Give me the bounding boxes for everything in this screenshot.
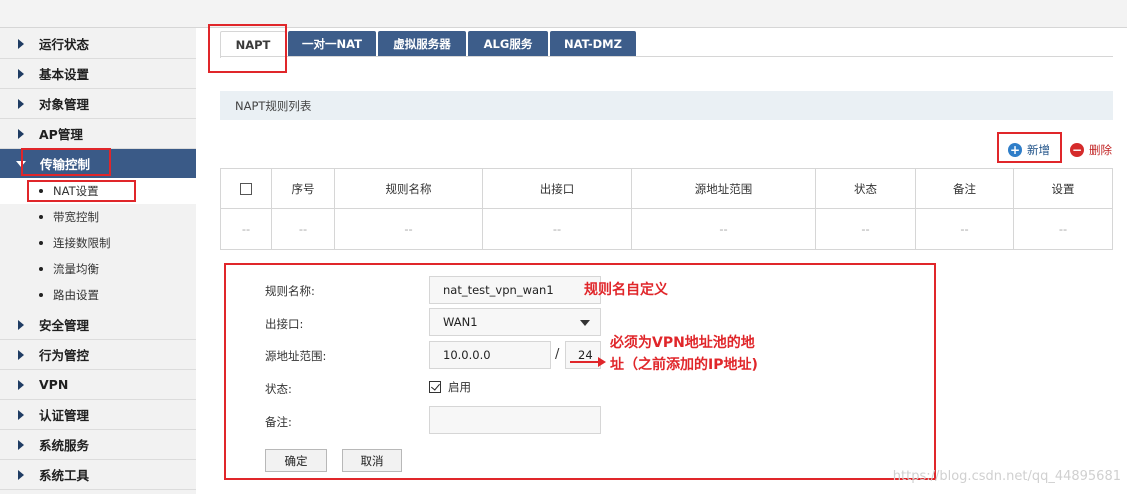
arrow-right-icon <box>598 357 606 367</box>
caret-right-icon <box>18 469 24 480</box>
watermark: https://blog.csdn.net/qq_44895681 <box>892 469 1121 484</box>
caret-right-icon <box>18 128 24 139</box>
bullet-icon <box>39 267 43 271</box>
column-header: 出接口 <box>483 169 632 208</box>
highlight-box-nat-settings <box>27 180 136 202</box>
delete-button[interactable]: − 删除 <box>1070 142 1112 158</box>
column-header: 规则名称 <box>335 169 483 208</box>
tab-virtual-server[interactable]: 虚拟服务器 <box>378 31 466 57</box>
highlight-box-napt-tab <box>208 24 287 73</box>
bullet-icon <box>39 293 43 297</box>
sidebar-subitem-route-settings[interactable]: 路由设置 <box>0 282 196 308</box>
sidebar-subitem-traffic-balance[interactable]: 流量均衡 <box>0 256 196 282</box>
sidebar: 运行状态 基本设置 对象管理 AP管理 传输控制 NAT设置 带宽控制 连接数限… <box>0 28 196 494</box>
table-cell: -- <box>632 209 816 249</box>
highlight-box-transfer-control <box>21 148 111 176</box>
bullet-icon <box>39 241 43 245</box>
highlight-box-form <box>224 263 936 480</box>
caret-right-icon <box>18 349 24 360</box>
tab-alg-service[interactable]: ALG服务 <box>468 31 548 57</box>
column-header: 备注 <box>916 169 1014 208</box>
table-cell: -- <box>335 209 483 249</box>
select-all-cell <box>221 169 272 208</box>
caret-right-icon <box>18 409 24 420</box>
table-cell: -- <box>816 209 916 249</box>
sidebar-subitem-connection-limit[interactable]: 连接数限制 <box>0 230 196 256</box>
sidebar-item-vpn[interactable]: VPN <box>0 370 196 400</box>
sidebar-item-auth-management[interactable]: 认证管理 <box>0 400 196 430</box>
annotation-arrow-line <box>570 361 600 363</box>
column-header: 序号 <box>272 169 335 208</box>
caret-right-icon <box>18 98 24 109</box>
sidebar-item-system-tools[interactable]: 系统工具 <box>0 460 196 490</box>
table-cell: -- <box>221 209 272 249</box>
annotation-rule-name: 规则名自定义 <box>584 282 668 298</box>
highlight-box-add-button <box>997 132 1062 163</box>
table-cell: -- <box>916 209 1014 249</box>
sidebar-item-security-management[interactable]: 安全管理 <box>0 310 196 340</box>
sidebar-item-run-status[interactable]: 运行状态 <box>0 29 196 59</box>
sidebar-item-basic-settings[interactable]: 基本设置 <box>0 59 196 89</box>
annotation-vpn-pool-line2: 址（之前添加的IP地址) <box>610 357 758 373</box>
column-header: 源地址范围 <box>632 169 816 208</box>
column-header: 状态 <box>816 169 916 208</box>
table-header-row: 序号 规则名称 出接口 源地址范围 状态 备注 设置 <box>221 169 1112 209</box>
select-all-checkbox[interactable] <box>240 182 252 195</box>
panel-title: NAPT规则列表 <box>220 91 1113 120</box>
bullet-icon <box>39 215 43 219</box>
caret-right-icon <box>18 439 24 450</box>
sidebar-item-behavior-control[interactable]: 行为管控 <box>0 340 196 370</box>
annotation-vpn-pool-line1: 必须为VPN地址池的地 <box>610 335 755 351</box>
sidebar-item-ap-management[interactable]: AP管理 <box>0 119 196 149</box>
tab-nat-dmz[interactable]: NAT-DMZ <box>550 31 636 57</box>
top-bar <box>0 0 1127 28</box>
tab-divider <box>220 56 1113 57</box>
sidebar-item-system-services[interactable]: 系统服务 <box>0 430 196 460</box>
tab-one-to-one-nat[interactable]: 一对一NAT <box>288 31 376 57</box>
sidebar-item-object-management[interactable]: 对象管理 <box>0 89 196 119</box>
minus-circle-icon: − <box>1070 143 1084 157</box>
table-row: -- -- -- -- -- -- -- -- <box>221 209 1112 249</box>
caret-right-icon <box>18 379 24 390</box>
napt-rule-table: 序号 规则名称 出接口 源地址范围 状态 备注 设置 -- -- -- -- -… <box>220 168 1113 250</box>
caret-right-icon <box>18 319 24 330</box>
caret-right-icon <box>18 38 24 49</box>
column-header: 设置 <box>1051 181 1075 196</box>
table-cell: -- <box>483 209 632 249</box>
sidebar-subitem-bandwidth-control[interactable]: 带宽控制 <box>0 204 196 230</box>
table-cell: -- <box>1058 222 1068 236</box>
table-cell: -- <box>272 209 335 249</box>
caret-right-icon <box>18 68 24 79</box>
